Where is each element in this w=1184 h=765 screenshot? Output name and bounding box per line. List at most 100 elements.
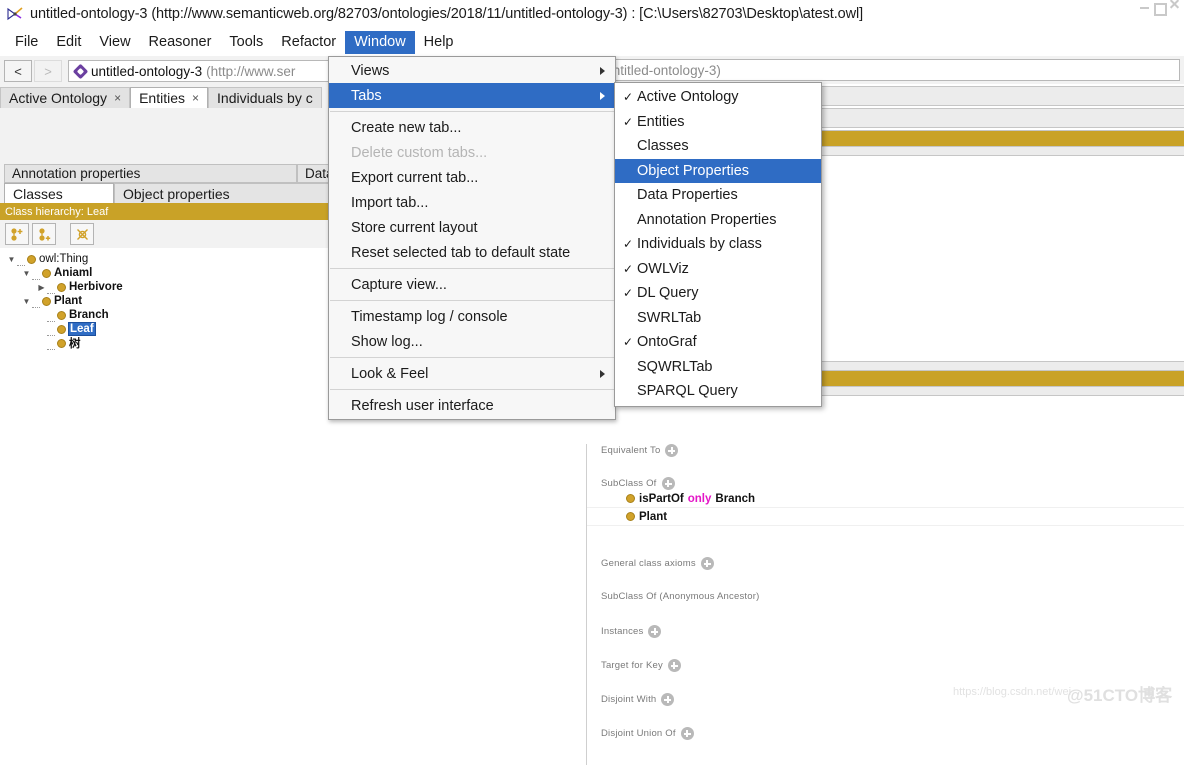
- add-axiom-icon[interactable]: [665, 444, 679, 457]
- tab-label: Entities: [139, 90, 185, 106]
- menu-item-label: Capture view...: [351, 276, 447, 293]
- window-menu-item[interactable]: Store current layout: [329, 215, 615, 240]
- add-axiom-icon[interactable]: [680, 727, 694, 740]
- menu-help[interactable]: Help: [415, 31, 463, 54]
- chevron-down-icon[interactable]: ▼: [21, 297, 32, 306]
- axiom-bullet-icon: [626, 494, 635, 503]
- tabs-submenu-item[interactable]: Annotation Properties: [615, 208, 821, 233]
- tab-close-icon[interactable]: ×: [114, 91, 121, 105]
- tabs-submenu-item[interactable]: SQWRLTab: [615, 355, 821, 380]
- menu-edit[interactable]: Edit: [47, 31, 90, 54]
- tabs-submenu-item[interactable]: ✓ OntoGraf: [615, 330, 821, 355]
- window-menu-item[interactable]: Import tab...: [329, 190, 615, 215]
- section-header: Equivalent To: [587, 444, 1184, 457]
- subtab-label: Classes: [13, 185, 63, 202]
- window-title: untitled-ontology-3 (http://www.semantic…: [30, 5, 864, 22]
- menu-reasoner[interactable]: Reasoner: [140, 31, 221, 54]
- class-icon: [57, 324, 66, 334]
- tabs-submenu-item[interactable]: Classes: [615, 134, 821, 159]
- chevron-down-icon[interactable]: ▼: [6, 255, 17, 264]
- chevron-down-icon[interactable]: ▼: [21, 269, 32, 278]
- section-label: Equivalent To: [601, 445, 661, 456]
- checkmark-icon: ✓: [622, 335, 634, 350]
- window-menu-item[interactable]: Show log...: [329, 329, 615, 354]
- tab-active-ontology[interactable]: Active Ontology ×: [0, 87, 131, 108]
- tabs-submenu-item[interactable]: ✓ Individuals by class: [615, 232, 821, 257]
- class-tree-label: owl:Thing: [39, 253, 89, 265]
- axiom-bullet-icon: [626, 512, 635, 521]
- tabs-submenu-item[interactable]: ✓ DL Query: [615, 281, 821, 306]
- axiom-row[interactable]: isPartOf only Branch: [587, 490, 1184, 508]
- delete-class-icon[interactable]: [70, 223, 94, 245]
- add-sibling-class-icon[interactable]: [32, 223, 56, 245]
- axiom-keyword: only: [687, 492, 712, 505]
- menu-item-label: Timestamp log / console: [351, 308, 508, 325]
- tabs-submenu-label: OWLViz: [637, 260, 689, 277]
- nav-forward-button[interactable]: >: [34, 60, 62, 82]
- axiom-row[interactable]: Plant: [587, 508, 1184, 526]
- description-section: Target for Key: [587, 659, 1184, 672]
- window-menu-item[interactable]: Refresh user interface: [329, 393, 615, 418]
- menu-item-label: Export current tab...: [351, 169, 479, 186]
- section-header: Target for Key: [587, 659, 1184, 672]
- menu-item-label: Create new tab...: [351, 119, 462, 136]
- tabs-submenu-item[interactable]: Object Properties: [615, 158, 821, 183]
- axiom-property-name: Plant: [639, 510, 668, 523]
- tab-close-icon[interactable]: ×: [192, 91, 199, 105]
- section-header: General class axioms: [587, 557, 1184, 570]
- section-header: SubClass Of (Anonymous Ancestor): [587, 591, 1184, 602]
- subtab-annotation-properties[interactable]: Annotation properties: [4, 164, 297, 183]
- checkmark-icon: ✓: [622, 90, 634, 105]
- section-label: Disjoint With: [601, 694, 657, 705]
- window-menu-item[interactable]: Capture view...: [329, 272, 615, 297]
- watermark-brand: @51CTO博客: [1067, 686, 1173, 705]
- add-axiom-icon[interactable]: [661, 693, 675, 706]
- subtab-classes[interactable]: Classes: [4, 183, 114, 203]
- tabs-submenu-label: Entities: [637, 113, 685, 130]
- checkmark-icon: ✓: [622, 237, 634, 252]
- class-tree-label: Herbivore: [69, 281, 123, 293]
- window-menu-item[interactable]: Timestamp log / console: [329, 304, 615, 329]
- submenu-arrow-icon: [600, 369, 605, 378]
- tab-label: Individuals by c: [217, 90, 313, 106]
- tab-individuals-by-class[interactable]: Individuals by c: [208, 87, 322, 108]
- chevron-right-icon[interactable]: ▶: [36, 283, 47, 292]
- menu-tools[interactable]: Tools: [220, 31, 272, 54]
- add-axiom-icon[interactable]: [667, 659, 681, 672]
- menu-file[interactable]: File: [6, 31, 47, 54]
- tab-entities[interactable]: Entities ×: [130, 87, 209, 108]
- window-controls[interactable]: [1140, 0, 1180, 16]
- window-menu-item[interactable]: Look & Feel: [329, 361, 615, 386]
- tabs-submenu-item[interactable]: SPARQL Query: [615, 379, 821, 404]
- window-menu-dropdown[interactable]: Views Tabs Create new tab... Delete custom …: [328, 56, 616, 420]
- tabs-submenu-item[interactable]: ✓ OWLViz: [615, 257, 821, 282]
- menu-view[interactable]: View: [90, 31, 139, 54]
- menu-window[interactable]: Window: [345, 30, 415, 54]
- window-menu-item[interactable]: Reset selected tab to default state: [329, 240, 615, 265]
- tabs-submenu-item[interactable]: Data Properties: [615, 183, 821, 208]
- menu-refactor[interactable]: Refactor: [272, 31, 345, 54]
- tabs-submenu-item[interactable]: SWRLTab: [615, 306, 821, 331]
- menu-item-label: Import tab...: [351, 194, 429, 211]
- menu-separator: [330, 268, 614, 269]
- window-menu-item[interactable]: Create new tab...: [329, 115, 615, 140]
- window-menu-item[interactable]: Export current tab...: [329, 165, 615, 190]
- add-axiom-icon[interactable]: [700, 557, 714, 570]
- menu-separator: [330, 389, 614, 390]
- description-section: Equivalent To: [587, 444, 1184, 457]
- nav-back-button[interactable]: <: [4, 60, 32, 82]
- tabs-submenu[interactable]: ✓ Active Ontology ✓ Entities Classes Object P…: [614, 82, 822, 407]
- class-icon: [42, 268, 51, 278]
- protege-logo-icon: [6, 5, 24, 23]
- menu-item-label: Tabs: [351, 87, 382, 104]
- tabs-submenu-item[interactable]: ✓ Entities: [615, 110, 821, 135]
- class-icon: [57, 282, 66, 292]
- tabs-submenu-label: DL Query: [637, 285, 699, 302]
- window-menu-item[interactable]: Views: [329, 58, 615, 83]
- tabs-submenu-item[interactable]: ✓ Active Ontology: [615, 85, 821, 110]
- add-axiom-icon[interactable]: [661, 477, 675, 490]
- add-subclass-icon[interactable]: [5, 223, 29, 245]
- description-section: SubClass Of isPartOf only Branch Plant: [587, 477, 1184, 526]
- window-menu-item[interactable]: Tabs: [329, 83, 615, 108]
- add-axiom-icon[interactable]: [648, 625, 662, 638]
